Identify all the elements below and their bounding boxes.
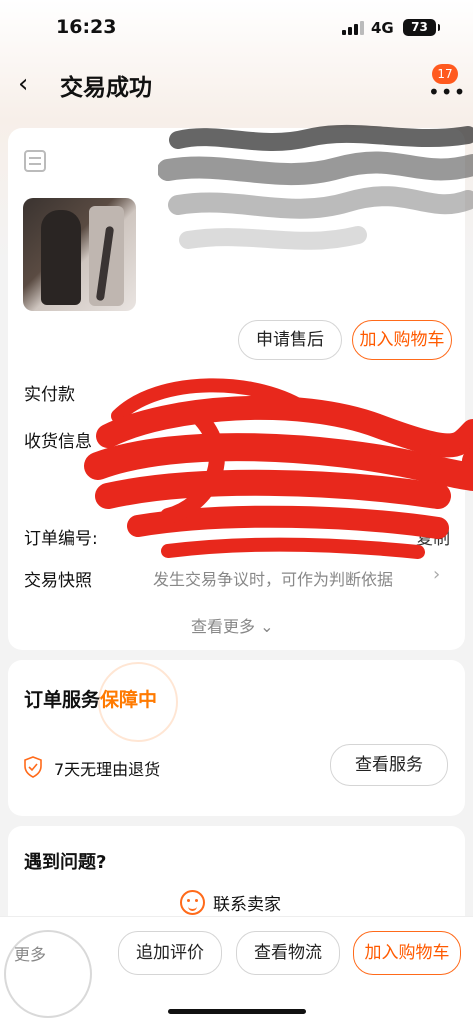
bottom-action-bar: 更多 追加评价 查看物流 加入购物车 [0,916,473,1024]
add-to-cart-button[interactable]: 加入购物车 [352,320,452,360]
more-menu-button[interactable]: ••• 17 [424,64,465,102]
home-indicator [168,1009,306,1014]
service-title-text: 订单服务 [24,689,101,711]
chevron-down-icon: ⌄ [260,617,274,636]
return-policy-text: 7天无理由退货 [54,760,161,779]
add-to-cart-bottom-button[interactable]: 加入购物车 [353,931,461,975]
order-service-card: 订单服务保障中 7天无理由退货 查看服务 [8,660,465,816]
page-title: 交易成功 [60,75,152,101]
status-time: 16:23 [56,16,117,38]
redaction-scribble-gray [158,124,473,250]
add-review-button[interactable]: 追加评价 [118,931,222,975]
status-bar: 16:23 4G 73 [0,0,473,54]
nav-bar: ‹ 交易成功 ••• 17 [0,60,473,110]
order-card: 申请售后 加入购物车 实付款 收货信息 订单编号: 复制 交易快照 发生交易争议… [8,124,473,650]
battery-icon: 73 [403,19,440,36]
chevron-left-icon[interactable]: ‹ [18,70,28,98]
contact-seller-label: 联系卖家 [213,895,281,915]
shield-check-icon [24,756,42,778]
signal-icon [342,21,366,35]
redaction-scribble-red [84,378,473,559]
chat-face-icon [180,890,205,915]
product-thumbnail[interactable] [23,198,136,311]
see-more-label: 查看更多 [191,617,256,636]
service-title: 订单服务保障中 [24,685,157,712]
after-sale-button[interactable]: 申请售后 [238,320,342,360]
problem-title: 遇到问题? [24,852,107,873]
see-more-button[interactable]: 查看更多 ⌄ [191,613,274,637]
chevron-right-icon[interactable]: › [433,564,440,585]
view-service-button[interactable]: 查看服务 [330,744,448,786]
more-button[interactable]: 更多 [14,941,46,965]
order-number-label: 订单编号: [24,529,98,549]
shop-icon[interactable] [24,150,46,172]
shipping-info-label: 收货信息 [24,432,92,452]
network-type: 4G [371,19,394,37]
paid-amount-label: 实付款 [24,385,75,405]
copy-order-number-button[interactable]: 复制 [416,524,450,549]
snapshot-label: 交易快照 [24,571,92,591]
view-logistics-button[interactable]: 查看物流 [236,931,340,975]
more-dots-icon: ••• [428,80,467,104]
message-badge: 17 [432,64,458,84]
service-status: 保障中 [100,689,158,711]
snapshot-description[interactable]: 发生交易争议时，可作为判断依据 [153,566,393,590]
